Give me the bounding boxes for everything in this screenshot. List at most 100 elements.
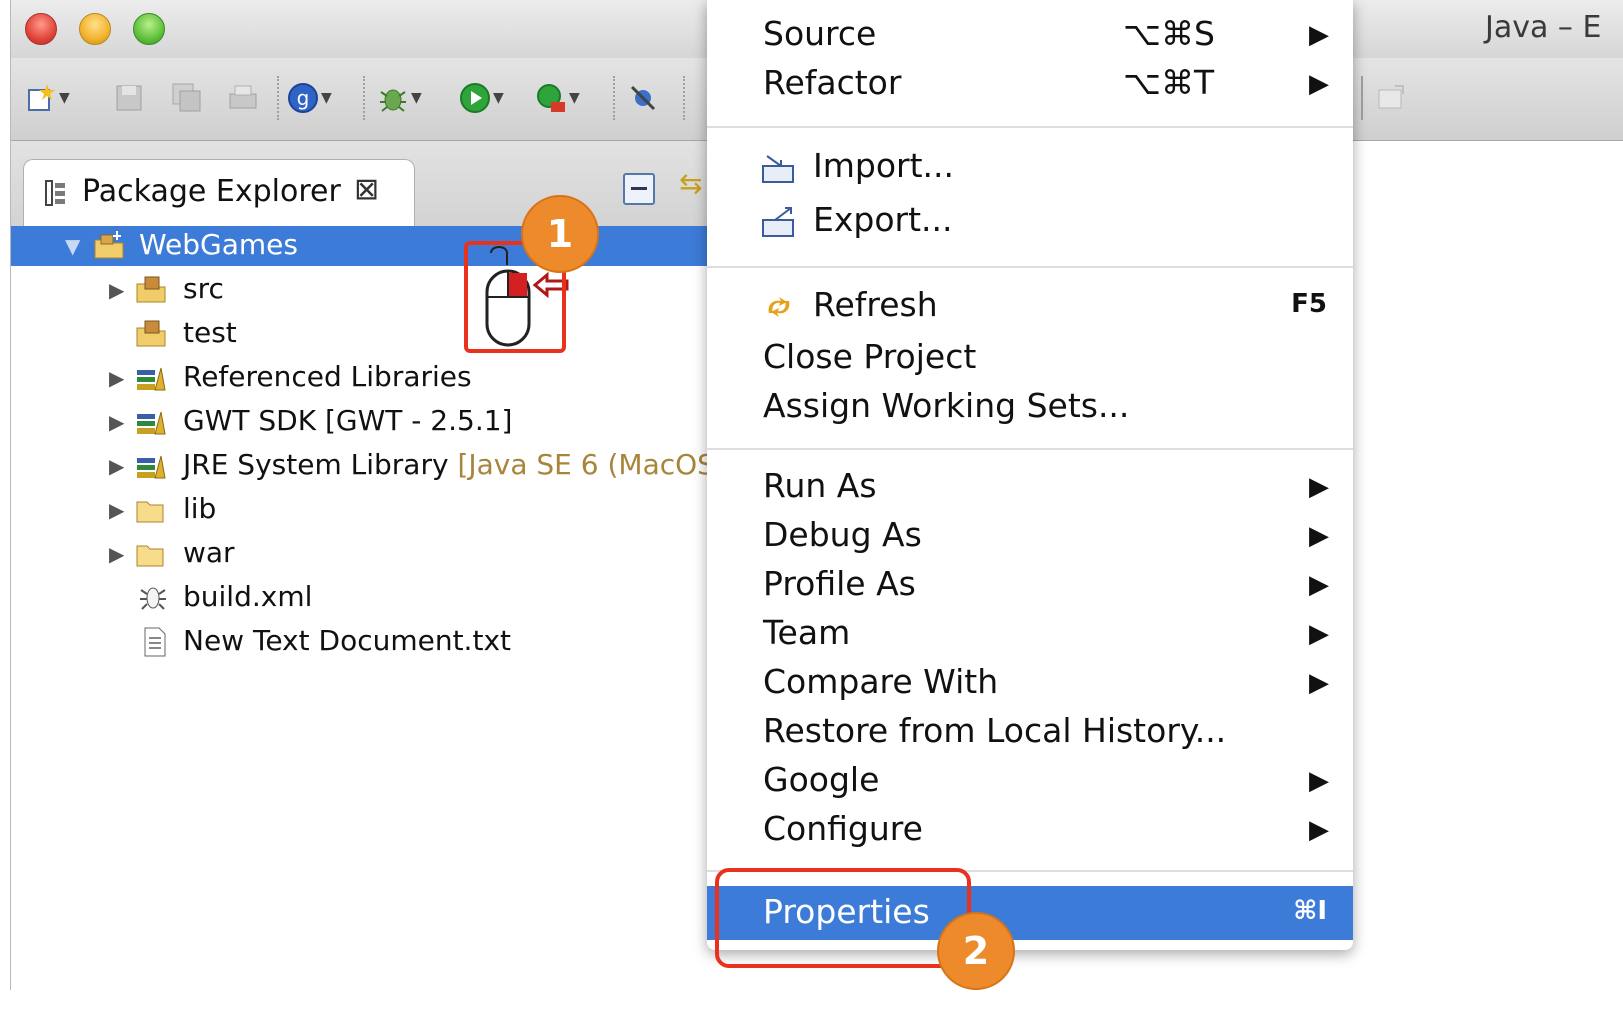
- submenu-arrow-icon: ▶: [1309, 521, 1329, 551]
- gwt-google-button[interactable]: g ▼: [287, 78, 332, 118]
- menu-separator: [707, 126, 1353, 128]
- tree-node-lib[interactable]: ▶ lib: [11, 490, 711, 530]
- save-all-button[interactable]: [171, 78, 203, 118]
- menu-item-label: Debug As: [763, 515, 922, 554]
- package-explorer-panel: Package Explorer ⊠ ⇆ ▼ WebGames ▶ src te…: [11, 141, 743, 990]
- tree-node-referenced-libraries[interactable]: ▶ Referenced Libraries: [11, 358, 711, 398]
- expand-toggle-icon[interactable]: ▶: [109, 366, 124, 390]
- export-icon: [762, 207, 794, 237]
- menu-item-configure[interactable]: Configure ▶: [707, 805, 1353, 853]
- tree-node-label: GWT SDK [GWT - 2.5.1]: [183, 404, 513, 437]
- menu-item-label: Restore from Local History...: [763, 711, 1227, 750]
- menu-item-refactor[interactable]: Refactor ⌥⌘T ▶: [707, 59, 1353, 107]
- dropdown-caret-icon[interactable]: ▼: [321, 90, 332, 106]
- expand-toggle-icon[interactable]: ▶: [109, 454, 124, 478]
- save-button[interactable]: [113, 78, 145, 118]
- menu-item-label: Google: [763, 760, 880, 799]
- save-all-icon: [172, 83, 201, 112]
- window-title: Java – E: [1485, 10, 1602, 45]
- tree-node-war[interactable]: ▶ war: [11, 534, 711, 574]
- submenu-arrow-icon: ▶: [1309, 766, 1329, 796]
- menu-item-shortcut: F5: [1291, 289, 1327, 319]
- submenu-arrow-icon: ▶: [1309, 570, 1329, 600]
- tree-node-test[interactable]: test: [11, 314, 711, 354]
- menu-item-label: Source: [763, 14, 877, 53]
- menu-item-label: Profile As: [763, 564, 916, 603]
- menu-item-label: Import...: [813, 146, 954, 185]
- tab-package-explorer[interactable]: Package Explorer ⊠: [23, 159, 415, 227]
- library-icon: [137, 411, 166, 435]
- svg-text:g: g: [297, 86, 310, 110]
- submenu-arrow-icon: ▶: [1309, 815, 1329, 845]
- tree-node-gwt-sdk[interactable]: ▶ GWT SDK [GWT - 2.5.1]: [11, 402, 711, 442]
- toolbar-separator: [613, 76, 617, 120]
- expand-toggle-icon[interactable]: ▶: [109, 410, 124, 434]
- expand-toggle-icon[interactable]: ▶: [109, 542, 124, 566]
- collapse-all-icon[interactable]: [623, 173, 655, 205]
- close-window-button[interactable]: [25, 13, 57, 45]
- open-perspective-icon: [1378, 85, 1404, 109]
- external-tools-button[interactable]: ▼: [535, 78, 580, 118]
- menu-separator: [707, 448, 1353, 450]
- step-badge-2: 2: [937, 912, 1015, 990]
- menu-item-run-as[interactable]: Run As ▶: [707, 462, 1353, 510]
- menu-item-close-project[interactable]: Close Project: [707, 333, 1353, 381]
- menu-item-compare-with[interactable]: Compare With ▶: [707, 658, 1353, 706]
- menu-item-debug-as[interactable]: Debug As ▶: [707, 511, 1353, 559]
- toggle-breakpoint-button[interactable]: [627, 78, 659, 118]
- menu-item-export[interactable]: Export...: [707, 196, 1353, 244]
- debug-icon: [380, 89, 406, 112]
- open-perspective-button[interactable]: [1375, 78, 1407, 118]
- run-button[interactable]: ▼: [459, 78, 504, 118]
- menu-item-google[interactable]: Google ▶: [707, 756, 1353, 804]
- folder-icon: [136, 501, 164, 523]
- submenu-arrow-icon: ▶: [1309, 668, 1329, 698]
- expand-toggle-icon[interactable]: ▼: [65, 234, 80, 258]
- tree-node-label: src: [183, 272, 224, 305]
- tree-node-build-xml[interactable]: build.xml: [11, 578, 711, 618]
- submenu-arrow-icon: ▶: [1309, 619, 1329, 649]
- tree-node-decoration: [Java SE 6 (MacOS X: [457, 448, 744, 481]
- new-wizard-icon: [28, 84, 55, 111]
- context-menu: Source ⌥⌘S ▶ Refactor ⌥⌘T ▶ Import... Ex…: [707, 0, 1353, 950]
- dropdown-caret-icon[interactable]: ▼: [411, 90, 422, 106]
- menu-separator: [707, 266, 1353, 268]
- view-tab-bar: Package Explorer ⊠ ⇆: [11, 141, 711, 227]
- tree-node-label: Referenced Libraries: [183, 360, 472, 393]
- library-icon: [137, 367, 166, 391]
- tree-node-label: WebGames: [139, 228, 298, 261]
- menu-item-source[interactable]: Source ⌥⌘S ▶: [707, 10, 1353, 58]
- menu-item-import[interactable]: Import...: [707, 142, 1353, 190]
- link-with-editor-icon[interactable]: ⇆: [679, 167, 702, 200]
- expand-toggle-icon[interactable]: ▶: [109, 278, 124, 302]
- expand-toggle-icon[interactable]: ▶: [109, 498, 124, 522]
- menu-item-label: Refresh: [813, 285, 938, 324]
- menu-item-profile-as[interactable]: Profile As ▶: [707, 560, 1353, 608]
- debug-button[interactable]: ▼: [377, 78, 422, 118]
- print-icon: [229, 85, 257, 109]
- toolbar-separator: [1361, 76, 1365, 120]
- menu-item-shortcut: ⌥⌘T: [1123, 63, 1215, 102]
- menu-item-restore-from-local-history[interactable]: Restore from Local History...: [707, 707, 1353, 755]
- dropdown-caret-icon[interactable]: ▼: [569, 90, 580, 106]
- dropdown-caret-icon[interactable]: ▼: [493, 90, 504, 106]
- close-view-icon[interactable]: ⊠: [354, 172, 379, 207]
- tree-node-webgames[interactable]: ▼ WebGames: [11, 226, 711, 266]
- tree-node-src[interactable]: ▶ src: [11, 270, 711, 310]
- dropdown-caret-icon[interactable]: ▼: [59, 90, 70, 106]
- folder-icon: [136, 545, 164, 567]
- tree-node-text-document[interactable]: New Text Document.txt: [11, 622, 711, 662]
- zoom-window-button[interactable]: [133, 13, 165, 45]
- menu-item-team[interactable]: Team ▶: [707, 609, 1353, 657]
- new-wizard-button[interactable]: ▼: [25, 78, 70, 118]
- menu-item-label: Configure: [763, 809, 923, 848]
- tree-node-label: lib: [183, 492, 217, 525]
- tree-node-label: build.xml: [183, 580, 313, 613]
- menu-item-refresh[interactable]: Refresh F5: [707, 281, 1353, 329]
- print-button[interactable]: [227, 78, 259, 118]
- menu-item-shortcut: ⌘I: [1293, 896, 1327, 926]
- minimize-window-button[interactable]: [79, 13, 111, 45]
- tree-node-label: war: [183, 536, 235, 569]
- menu-item-assign-working-sets[interactable]: Assign Working Sets...: [707, 382, 1353, 430]
- tree-node-jre-system-library[interactable]: ▶ JRE System Library [Java SE 6 (MacOS X: [11, 446, 743, 486]
